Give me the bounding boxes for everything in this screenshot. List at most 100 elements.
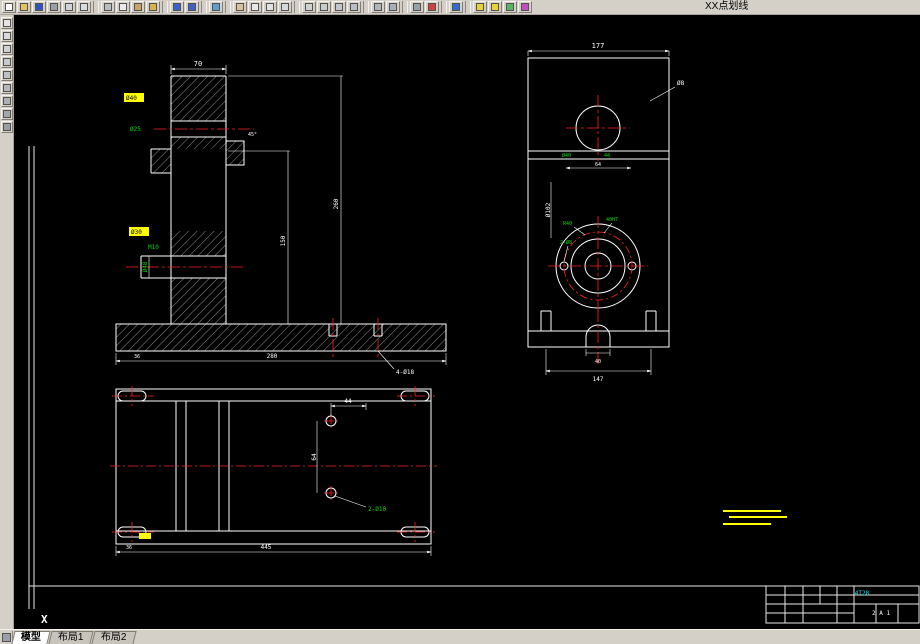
- dim-bore: Ø48: [142, 261, 149, 272]
- new-file-icon[interactable]: [2, 1, 16, 13]
- paste-icon[interactable]: [131, 1, 145, 13]
- grid-icon: [1, 632, 11, 642]
- hatch-tool-icon[interactable]: [0, 82, 13, 94]
- selected-lines[interactable]: [723, 510, 787, 525]
- toolbar-separator: [93, 1, 99, 13]
- text-tool-icon[interactable]: [0, 95, 13, 107]
- toolbar-separator: [441, 1, 447, 13]
- icon-glyph: [236, 3, 244, 11]
- dim-height: 260: [333, 198, 340, 209]
- sheet-frame: [28, 146, 920, 624]
- icon-glyph: [50, 3, 58, 11]
- undo-icon[interactable]: [170, 1, 184, 13]
- icon-glyph: [2, 32, 11, 40]
- toolbar-separator: [162, 1, 168, 13]
- highlight-tag-topview[interactable]: [139, 533, 151, 539]
- color-control-icon[interactable]: [425, 1, 439, 13]
- icon-glyph: [413, 3, 421, 11]
- express-tool-a-icon[interactable]: [473, 1, 487, 13]
- icon-glyph: [476, 3, 484, 11]
- plot-preview-icon[interactable]: [62, 1, 76, 13]
- dim-top-width: 70: [194, 60, 202, 68]
- icon-glyph: [188, 3, 196, 11]
- named-views-icon[interactable]: [332, 1, 346, 13]
- icon-glyph: [251, 3, 259, 11]
- erase-tool-icon[interactable]: [0, 121, 13, 133]
- rectangle-tool-icon[interactable]: [0, 69, 13, 81]
- icon-glyph: [2, 71, 11, 79]
- ucs-icon: X: [41, 613, 48, 626]
- icon-glyph: [149, 3, 157, 11]
- tab-layout2[interactable]: 布局2: [90, 631, 136, 644]
- tab-label: 布局2: [100, 632, 127, 643]
- distance-icon[interactable]: [371, 1, 385, 13]
- pan-icon[interactable]: [233, 1, 247, 13]
- drawing-canvas[interactable]: 4T28 2 A 1 70 150 260 Ø48 Ø25 M10 45° Ø4…: [14, 15, 920, 629]
- dim-inner-height: 150: [280, 235, 287, 246]
- dim-hole-spacing-h: 44: [344, 398, 352, 405]
- icon-glyph: [428, 3, 436, 11]
- tab-model[interactable]: 模型: [11, 631, 51, 644]
- dim-front-bottom-width: 147: [593, 376, 604, 383]
- zoom-window-icon[interactable]: [263, 1, 277, 13]
- copy-icon[interactable]: [116, 1, 130, 13]
- application-window: XX点划线 4T28 2 A 1 70 150 260 Ø48 Ø25 M10 …: [0, 0, 920, 644]
- save-icon[interactable]: [32, 1, 46, 13]
- cut-icon[interactable]: [101, 1, 115, 13]
- icon-glyph: [2, 45, 11, 53]
- dimension-tool-icon[interactable]: [0, 108, 13, 120]
- spell-check-icon[interactable]: [77, 1, 91, 13]
- label-bore: 40H7: [606, 217, 618, 223]
- polyline-tool-icon[interactable]: [0, 30, 13, 42]
- arc-tool-icon[interactable]: [0, 56, 13, 68]
- icon-glyph: [2, 110, 11, 118]
- tab-layout1[interactable]: 布局1: [48, 631, 94, 644]
- dim-hole-spacing-v: 64: [311, 453, 318, 461]
- dim-thread: M10: [148, 244, 159, 251]
- draw-toolbar: [0, 15, 14, 629]
- icon-glyph: [5, 3, 13, 11]
- plot-icon[interactable]: [47, 1, 61, 13]
- express-tool-b-icon[interactable]: [488, 1, 502, 13]
- title-block-code: 4T28: [855, 590, 870, 597]
- top-view: 44 64 2-Ø10 445 36: [110, 386, 437, 556]
- tab-label: 模型: [20, 632, 41, 643]
- tab-label: 布局1: [57, 632, 84, 643]
- insert-hyperlink-icon[interactable]: [209, 1, 223, 13]
- linetype-selector[interactable]: XX点划线: [705, 1, 748, 12]
- open-file-icon[interactable]: [17, 1, 31, 13]
- properties-palette-icon[interactable]: [518, 1, 532, 13]
- icon-glyph: [320, 3, 328, 11]
- design-center-icon[interactable]: [503, 1, 517, 13]
- icon-glyph: [212, 3, 220, 11]
- dim-step: Ø40: [562, 152, 571, 159]
- dim-base-left: 36: [134, 354, 140, 360]
- regen-icon[interactable]: [317, 1, 331, 13]
- zoom-realtime-icon[interactable]: [248, 1, 262, 13]
- area-icon[interactable]: [386, 1, 400, 13]
- match-properties-icon[interactable]: [146, 1, 160, 13]
- toolbar-separator: [225, 1, 231, 13]
- icon-glyph: [389, 3, 397, 11]
- icon-glyph: [281, 3, 289, 11]
- orbit-icon[interactable]: [347, 1, 361, 13]
- icon-glyph: [335, 3, 343, 11]
- note-holes: 2-Ø10: [368, 506, 386, 513]
- dim-hole-top: Ø25: [130, 126, 141, 133]
- ucs-x-label: X: [41, 613, 48, 626]
- layer-manager-icon[interactable]: [410, 1, 424, 13]
- title-block-sheet: 2 A 1: [872, 610, 890, 617]
- toolbar-separator: [294, 1, 300, 13]
- redo-icon[interactable]: [185, 1, 199, 13]
- main-toolbar: XX点划线: [0, 0, 920, 15]
- redraw-icon[interactable]: [302, 1, 316, 13]
- toolbar-separator: [402, 1, 408, 13]
- icon-glyph: [173, 3, 181, 11]
- line-tool-icon[interactable]: [0, 17, 13, 29]
- highlight-tag-lower-label: Ø30: [131, 229, 142, 236]
- circle-tool-icon[interactable]: [0, 43, 13, 55]
- zoom-previous-icon[interactable]: [278, 1, 292, 13]
- icon-glyph: [350, 3, 358, 11]
- icon-glyph: [104, 3, 112, 11]
- help-icon[interactable]: [449, 1, 463, 13]
